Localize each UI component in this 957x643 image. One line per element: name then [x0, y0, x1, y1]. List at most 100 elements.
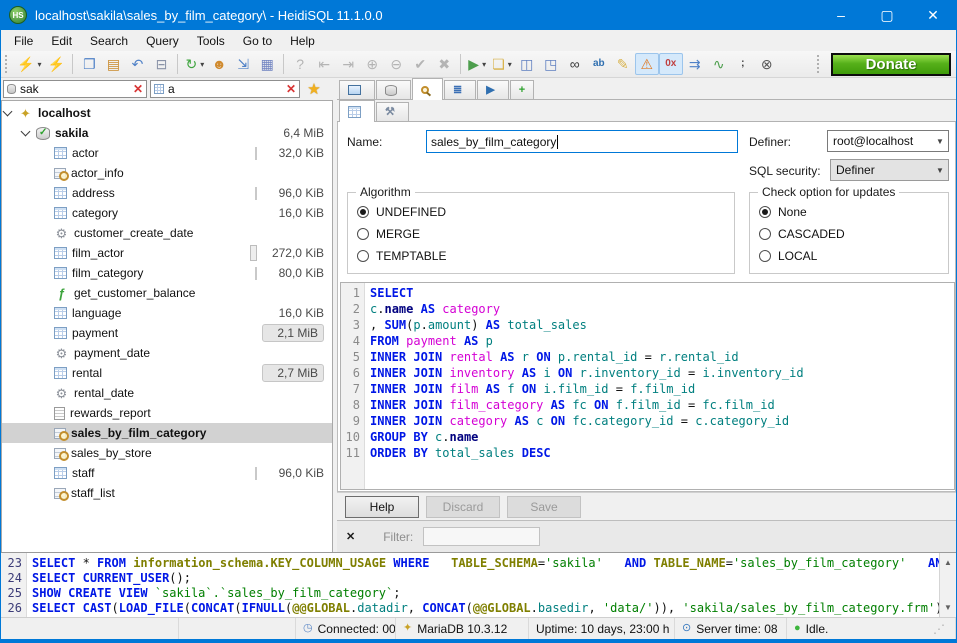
tree-item-rental-date[interactable]: ⚙rental_date	[2, 383, 332, 403]
radio-icon[interactable]	[357, 206, 369, 218]
resize-grip-icon[interactable]: ⋰	[933, 622, 948, 636]
database-filter-input[interactable]: sak ✕	[3, 80, 147, 98]
close-filter-icon[interactable]: ✕	[346, 530, 355, 543]
radio-icon[interactable]	[357, 250, 369, 262]
sql-security-combobox[interactable]: Definer ▼	[830, 159, 949, 181]
radio-merge[interactable]: MERGE	[348, 223, 734, 245]
menu-file[interactable]: File	[5, 32, 42, 50]
replace-text-button[interactable]: ab	[587, 53, 611, 75]
subtab-create-code[interactable]: ⚒	[376, 102, 409, 121]
tree-item-rental[interactable]: rental2,7 MiB	[2, 363, 332, 383]
export-database-button[interactable]: ⇲	[231, 53, 255, 75]
tab-query[interactable]: ▶	[477, 80, 508, 99]
tree-item-sales-by-film-category[interactable]: sales_by_film_category	[2, 423, 332, 443]
tree-item-payment-date[interactable]: ⚙payment_date	[2, 343, 332, 363]
expand-chevron-icon[interactable]	[3, 107, 13, 117]
print-button[interactable]: ⊟	[149, 53, 173, 75]
refresh-button[interactable]: ↻▾	[182, 53, 207, 75]
hex-view-button[interactable]: 0x	[659, 53, 683, 75]
menu-search[interactable]: Search	[81, 32, 137, 50]
dropdown-caret-icon[interactable]: ▾	[482, 60, 486, 69]
indent-button[interactable]: ⇉	[683, 53, 707, 75]
log-scrollbar[interactable]: ▲ ▼	[939, 553, 956, 617]
donate-button[interactable]: Donate	[831, 53, 951, 76]
tab-newtab-button[interactable]: +	[510, 80, 534, 99]
beautify-button[interactable]: ∿	[707, 53, 731, 75]
tab-view-sales-by-film-category[interactable]	[412, 78, 443, 100]
radio-local[interactable]: LOCAL	[750, 245, 948, 267]
help-button[interactable]: Help	[345, 496, 419, 518]
radio-icon[interactable]	[759, 250, 771, 262]
tree-item-customer-create-date[interactable]: ⚙customer_create_date	[2, 223, 332, 243]
radio-none[interactable]: None	[750, 201, 948, 223]
copy-button[interactable]: ❐	[77, 53, 101, 75]
tab-database-sakila[interactable]	[376, 80, 411, 99]
radio-undefined[interactable]: UNDEFINED	[348, 201, 734, 223]
menu-tools[interactable]: Tools	[188, 32, 234, 50]
radio-icon[interactable]	[759, 228, 771, 240]
scroll-down-icon[interactable]: ▼	[944, 600, 952, 615]
tree-item-language[interactable]: language16,0 KiB	[2, 303, 332, 323]
run-query-button[interactable]: ▶▾	[465, 53, 489, 75]
maximize-button[interactable]: ▢	[864, 0, 910, 30]
tab-host-127-0-0-1[interactable]	[339, 80, 375, 99]
tree-item-actor[interactable]: actor32,0 KiB	[2, 143, 332, 163]
open-sql-file-button[interactable]: ❏▾	[489, 53, 515, 75]
find-text-button[interactable]: ∞	[563, 53, 587, 75]
save-sql-as-button[interactable]: ◳	[539, 53, 563, 75]
stop-process-button[interactable]: ⊗	[755, 53, 779, 75]
clear-database-filter-icon[interactable]: ✕	[133, 83, 143, 95]
tab-data[interactable]: ≣	[444, 80, 476, 99]
filter-input[interactable]	[423, 527, 540, 546]
view-name-input[interactable]: sales_by_film_category	[426, 130, 738, 153]
tree-item-payment[interactable]: payment2,1 MiB	[2, 323, 332, 343]
stop-on-errors-button[interactable]: ⚠	[635, 53, 659, 75]
view-sql-editor[interactable]: 1234567891011 SELECTc.name AS category, …	[340, 282, 955, 490]
dropdown-caret-icon[interactable]: ▾	[508, 60, 512, 69]
paste-button[interactable]: ▤	[101, 53, 125, 75]
subtab-options[interactable]	[339, 100, 375, 122]
snippets-button[interactable]: ▦	[255, 53, 279, 75]
chevron-down-icon[interactable]: ▼	[932, 137, 948, 146]
user-manager-button[interactable]: ☻	[207, 53, 231, 75]
dropdown-caret-icon[interactable]: ▾	[200, 60, 204, 69]
session-manager-button[interactable]: ⚡▾	[14, 53, 44, 75]
radio-icon[interactable]	[759, 206, 771, 218]
definer-combobox[interactable]: root@localhost ▼	[827, 130, 949, 152]
reformat-sql-button[interactable]: ✎	[611, 53, 635, 75]
close-button[interactable]: ✕	[910, 0, 956, 30]
dropdown-caret-icon[interactable]: ▾	[37, 60, 41, 69]
table-filter-input[interactable]: a ✕	[150, 80, 300, 98]
tree-item-sakila[interactable]: sakila6,4 MiB	[2, 123, 332, 143]
menu-query[interactable]: Query	[137, 32, 188, 50]
tree-item-localhost[interactable]: ✦localhost	[2, 103, 332, 123]
menu-go-to[interactable]: Go to	[234, 32, 281, 50]
tree-item-category[interactable]: category16,0 KiB	[2, 203, 332, 223]
tree-item-get-customer-balance[interactable]: ƒget_customer_balance	[2, 283, 332, 303]
radio-cascaded[interactable]: CASCADED	[750, 223, 948, 245]
tree-item-sales-by-store[interactable]: sales_by_store	[2, 443, 332, 463]
tree-item-staff-list[interactable]: staff_list	[2, 483, 332, 503]
minimize-button[interactable]: –	[818, 0, 864, 30]
disconnect-button[interactable]: ⚡	[44, 53, 68, 75]
chevron-down-icon[interactable]: ▼	[932, 166, 948, 175]
tree-item-rewards-report[interactable]: rewards_report	[2, 403, 332, 423]
clear-table-filter-icon[interactable]: ✕	[286, 83, 296, 95]
menu-edit[interactable]: Edit	[42, 32, 81, 50]
tree-item-film-category[interactable]: film_category80,0 KiB	[2, 263, 332, 283]
undo-button[interactable]: ↶	[125, 53, 149, 75]
radio-temptable[interactable]: TEMPTABLE	[348, 245, 734, 267]
delimiter-button[interactable]: ;	[731, 53, 755, 75]
tree-item-film-actor[interactable]: film_actor272,0 KiB	[2, 243, 332, 263]
favorites-filter-icon[interactable]: ★	[303, 80, 325, 98]
toolbar-grip[interactable]	[5, 55, 10, 73]
scroll-up-icon[interactable]: ▲	[944, 555, 952, 570]
donate-toolbar-grip[interactable]	[817, 55, 822, 73]
save-sql-button[interactable]: ◫	[515, 53, 539, 75]
expand-chevron-icon[interactable]	[21, 127, 31, 137]
tree-item-actor-info[interactable]: actor_info	[2, 163, 332, 183]
radio-icon[interactable]	[357, 228, 369, 240]
tree-item-address[interactable]: address96,0 KiB	[2, 183, 332, 203]
tree-item-staff[interactable]: staff96,0 KiB	[2, 463, 332, 483]
menu-help[interactable]: Help	[281, 32, 324, 50]
